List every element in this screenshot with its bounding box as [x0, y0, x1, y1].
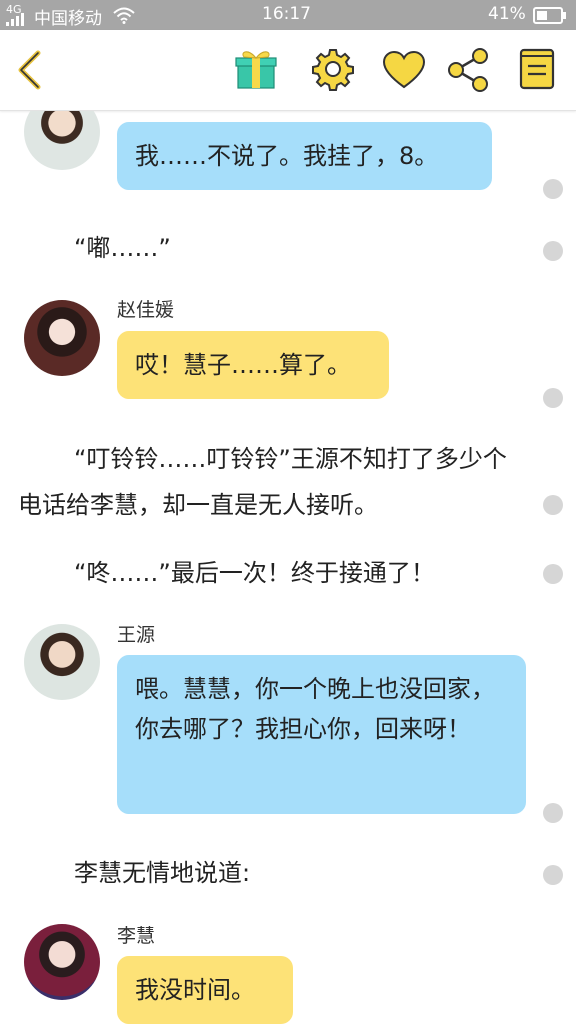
- narration-text: “咚……”最后一次！终于接通了！: [74, 559, 435, 587]
- share-icon[interactable]: [445, 47, 491, 93]
- message-bubble: 我……不说了。我挂了，8。: [117, 122, 492, 190]
- heart-icon[interactable]: [382, 50, 426, 90]
- narration-text: 李慧无情地说道:: [74, 859, 251, 887]
- settings-icon[interactable]: [311, 47, 355, 91]
- comment-dot[interactable]: [543, 388, 563, 408]
- message-bubble: 哎！慧子……算了。: [117, 331, 389, 399]
- narration-text: “叮铃铃……叮铃铃”王源不知打了多少个电话给李慧，却一直是无人接听。: [18, 445, 507, 519]
- message-bubble: 喂。慧慧，你一个晚上也没回家，你去哪了？我担心你，回来呀！: [117, 655, 526, 814]
- comment-dot[interactable]: [543, 179, 563, 199]
- battery-percent: 41%: [488, 4, 526, 24]
- avatar-lihui[interactable]: [24, 924, 100, 1000]
- gift-icon[interactable]: [234, 48, 278, 90]
- carrier-name: 中国移动: [34, 9, 102, 29]
- clock: 16:17: [262, 4, 311, 24]
- comment-dot[interactable]: [543, 241, 563, 261]
- top-toolbar: [0, 30, 576, 111]
- sender-name: 赵佳媛: [117, 299, 175, 321]
- sender-name: 李慧: [117, 925, 156, 947]
- comment-dot[interactable]: [543, 865, 563, 885]
- narration-text: “嘟……”: [74, 234, 171, 262]
- sender-name: 王源: [117, 624, 156, 646]
- avatar-wangyuan[interactable]: [24, 624, 100, 700]
- comment-dot[interactable]: [543, 564, 563, 584]
- book-icon[interactable]: [518, 46, 556, 92]
- comment-dot[interactable]: [543, 803, 563, 823]
- wifi-icon: [113, 7, 135, 24]
- avatar-zhaojiayuan[interactable]: [24, 300, 100, 376]
- signal-icon: [6, 13, 24, 26]
- comment-dot[interactable]: [543, 495, 563, 515]
- back-icon[interactable]: [14, 50, 44, 90]
- message-bubble: 我没时间。: [117, 956, 293, 1024]
- avatar-wangyuan[interactable]: [24, 111, 100, 170]
- battery-icon: [533, 7, 566, 24]
- chat-area[interactable]: 我……不说了。我挂了，8。 “嘟……” 赵佳媛 哎！慧子……算了。 “叮铃铃………: [0, 111, 576, 1024]
- status-bar: 4G 中国移动 16:17 41%: [0, 0, 576, 30]
